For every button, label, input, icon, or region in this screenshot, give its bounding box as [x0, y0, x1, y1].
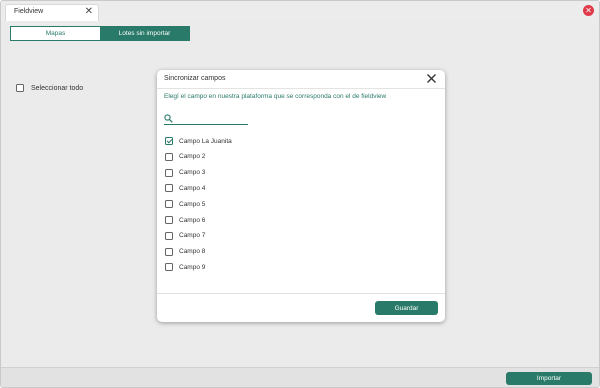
close-icon[interactable]: ✕ [85, 6, 93, 18]
field-label: Campo 8 [179, 248, 206, 256]
search-icon [164, 114, 173, 123]
select-all-label: Seleccionar todo [31, 84, 84, 92]
field-option[interactable]: Campo 5 [165, 199, 285, 209]
tab-lotes-sin-importar[interactable]: Lotes sin importar [100, 27, 189, 40]
field-option[interactable]: Campo 4 [165, 183, 285, 193]
import-button[interactable]: Importar [506, 372, 592, 385]
field-label: Campo 6 [179, 216, 206, 224]
field-checkbox[interactable] [165, 263, 173, 272]
modal-subtitle: Elegí el campo en nuestra plataforma que… [164, 93, 387, 100]
field-option[interactable]: Campo 6 [165, 215, 285, 225]
close-circle-icon[interactable]: ✕ [583, 5, 594, 16]
select-all-checkbox[interactable] [16, 84, 24, 92]
field-option[interactable]: Campo 3 [165, 168, 285, 178]
field-option[interactable]: Campo 8 [165, 247, 285, 257]
field-checkbox[interactable] [165, 200, 173, 209]
search-input[interactable] [164, 113, 248, 125]
field-option[interactable]: Campo 7 [165, 231, 285, 241]
save-button[interactable]: Guardar [375, 301, 438, 315]
field-option[interactable]: Campo 2 [165, 152, 285, 162]
field-checkbox[interactable] [165, 216, 173, 224]
footer-bar: Importar [1, 367, 599, 387]
field-option[interactable]: Campo La Juanita [165, 136, 285, 146]
field-label: Campo 5 [179, 200, 206, 208]
field-label: Campo 9 [179, 263, 206, 271]
field-label: Campo 7 [179, 232, 206, 240]
modal-header: Sincronizar campos [157, 70, 445, 89]
field-checkbox[interactable] [165, 137, 173, 145]
tab-mapas[interactable]: Mapas [11, 27, 100, 40]
field-checkbox[interactable] [165, 152, 173, 161]
tab-fieldview[interactable]: Fieldview ✕ [5, 4, 99, 21]
close-icon[interactable] [426, 73, 437, 84]
field-option[interactable]: Campo 9 [165, 262, 285, 272]
modal-title: Sincronizar campos [164, 75, 226, 82]
field-checkbox[interactable] [165, 231, 173, 240]
field-checkbox[interactable] [165, 168, 173, 177]
view-tabs: Mapas Lotes sin importar [10, 26, 190, 41]
field-checkbox[interactable] [165, 184, 173, 193]
sync-fields-modal: Sincronizar campos Elegí el campo en nue… [157, 70, 445, 322]
field-label: Campo 3 [179, 169, 206, 177]
tab-title: Fieldview [14, 8, 44, 15]
modal-divider [157, 293, 445, 294]
field-label: Campo 4 [179, 184, 206, 192]
select-all[interactable]: Seleccionar todo [16, 84, 83, 92]
field-label: Campo 2 [179, 153, 206, 161]
field-checkbox[interactable] [165, 247, 173, 256]
title-bar: Fieldview ✕ ✕ [1, 1, 599, 21]
app-window: Fieldview ✕ ✕ Mapas Lotes sin importar S… [0, 0, 600, 388]
field-label: Campo La Juanita [179, 137, 232, 145]
